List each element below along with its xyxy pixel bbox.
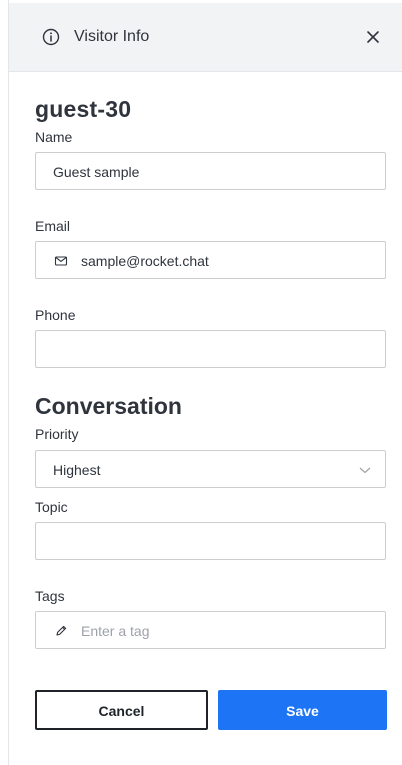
conversation-heading: Conversation	[35, 393, 182, 419]
tags-label: Tags	[35, 588, 65, 604]
priority-label: Priority	[35, 426, 79, 442]
name-value: Guest sample	[53, 164, 140, 180]
close-icon[interactable]	[365, 29, 381, 45]
phone-field[interactable]	[35, 330, 386, 368]
info-icon	[42, 28, 60, 46]
name-label: Name	[35, 129, 73, 145]
topic-label: Topic	[35, 499, 68, 515]
topic-field[interactable]	[35, 522, 386, 560]
chevron-down-icon	[359, 467, 371, 474]
phone-label: Phone	[35, 307, 76, 323]
priority-select[interactable]: Highest	[35, 450, 386, 488]
tags-placeholder: Enter a tag	[81, 623, 150, 639]
name-field[interactable]: Guest sample	[35, 152, 386, 190]
email-field[interactable]: sample@rocket.chat	[35, 241, 386, 279]
cancel-button[interactable]: Cancel	[35, 690, 208, 730]
email-label: Email	[35, 218, 71, 234]
mail-icon	[54, 256, 68, 266]
visitor-info-panel: Visitor Info guest-30 Name Guest sample …	[8, 0, 402, 765]
visitor-username: guest-30	[35, 96, 132, 122]
email-value: sample@rocket.chat	[81, 253, 209, 269]
save-button[interactable]: Save	[218, 690, 387, 730]
backdrop-strip	[0, 0, 8, 765]
tags-input[interactable]: Enter a tag	[35, 611, 386, 649]
panel-title: Visitor Info	[74, 28, 150, 45]
priority-value: Highest	[53, 462, 101, 478]
pencil-icon	[56, 625, 67, 636]
panel-header: Visitor Info	[9, 3, 402, 72]
